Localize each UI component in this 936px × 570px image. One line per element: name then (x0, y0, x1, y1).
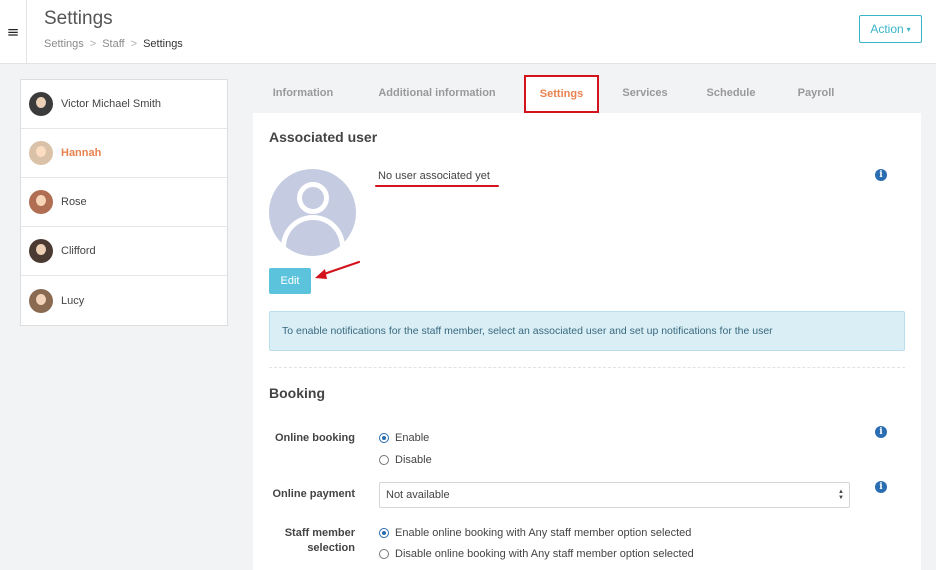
select-value: Not available (386, 489, 450, 501)
associated-user-status: No user associated yet (378, 170, 490, 182)
staff-list: Victor Michael Smith Hannah Rose Cliffor… (20, 79, 228, 326)
radio-label: Enable online booking with Any staff mem… (395, 527, 692, 539)
staff-name: Lucy (61, 294, 85, 307)
staff-item-lucy[interactable]: Lucy (21, 276, 227, 325)
avatar (29, 141, 53, 165)
tab-payroll[interactable]: Payroll (788, 73, 844, 113)
tab-schedule[interactable]: Schedule (699, 73, 763, 113)
breadcrumb-separator: > (130, 38, 138, 50)
staff-name: Rose (61, 196, 87, 208)
tab-additional-information[interactable]: Additional information (371, 73, 503, 113)
staff-name: Hannah (61, 147, 102, 159)
staff-name: Victor Michael Smith (61, 98, 162, 110)
staff-item-rose[interactable]: Rose (21, 178, 227, 227)
radio-checked-icon (379, 528, 389, 538)
online-payment-select[interactable]: Not available ▲ ▼ (379, 482, 850, 508)
avatar (29, 288, 53, 313)
radio-unchecked-icon (379, 549, 389, 559)
tab-services[interactable]: Services (615, 73, 675, 113)
radio-checked-icon (379, 433, 389, 443)
online-booking-disable-radio[interactable]: Disable (379, 454, 432, 466)
booking-heading: Booking (269, 385, 325, 401)
avatar (29, 92, 53, 116)
page-title: Settings (44, 8, 113, 29)
online-booking-label: Online booking (274, 432, 355, 444)
staff-item-hannah[interactable]: Hannah (21, 129, 227, 178)
avatar (29, 239, 53, 263)
online-payment-label: Online payment (272, 488, 355, 500)
action-button-label: Action (870, 22, 904, 36)
staff-selection-enable-radio[interactable]: Enable online booking with Any staff mem… (379, 527, 691, 539)
alert-text: To enable notifications for the staff me… (282, 325, 773, 337)
info-icon[interactable]: i (875, 169, 887, 181)
breadcrumb-item-current: Settings (143, 38, 183, 50)
hamburger-menu-button[interactable]: ≡ (0, 0, 27, 64)
notification-alert: To enable notifications for the staff me… (269, 311, 905, 351)
user-placeholder-icon (269, 169, 356, 256)
avatar (29, 190, 53, 214)
staff-name: Clifford (61, 245, 96, 257)
settings-panel: Associated user No user associated yet i… (253, 113, 921, 570)
radio-label: Enable (395, 432, 430, 444)
tab-information[interactable]: Information (261, 73, 345, 113)
caret-down-icon: ▾ (906, 24, 911, 34)
info-icon[interactable]: i (875, 426, 887, 438)
staff-item-clifford[interactable]: Clifford (21, 227, 227, 276)
breadcrumb-item-settings[interactable]: Settings (44, 38, 84, 50)
radio-label: Disable online booking with Any staff me… (395, 548, 694, 560)
radio-unchecked-icon (379, 455, 389, 465)
info-icon[interactable]: i (875, 481, 887, 493)
online-booking-enable-radio[interactable]: Enable (379, 432, 429, 444)
staff-selection-disable-radio[interactable]: Disable online booking with Any staff me… (379, 548, 694, 560)
breadcrumb: Settings > Staff > Settings (44, 38, 183, 50)
associated-user-heading: Associated user (269, 129, 378, 145)
radio-label: Disable (395, 454, 432, 466)
select-arrows-icon: ▲ ▼ (838, 489, 844, 501)
breadcrumb-item-staff[interactable]: Staff (102, 38, 124, 50)
tab-settings[interactable]: Settings (524, 75, 599, 113)
staff-member-selection-label: Staff member selection (284, 527, 355, 554)
page-header: ≡ Settings Settings > Staff > Settings A… (0, 0, 936, 64)
staff-tabs: Information Additional information Setti… (253, 73, 921, 113)
section-divider (269, 367, 905, 368)
edit-button[interactable]: Edit (269, 268, 311, 294)
action-dropdown-button[interactable]: Action ▾ (859, 15, 922, 43)
breadcrumb-separator: > (89, 38, 97, 50)
hamburger-icon: ≡ (6, 23, 20, 41)
highlight-arrow-icon (315, 260, 361, 279)
staff-item-victor-michael-smith[interactable]: Victor Michael Smith (21, 80, 227, 129)
highlight-underline (375, 185, 499, 187)
